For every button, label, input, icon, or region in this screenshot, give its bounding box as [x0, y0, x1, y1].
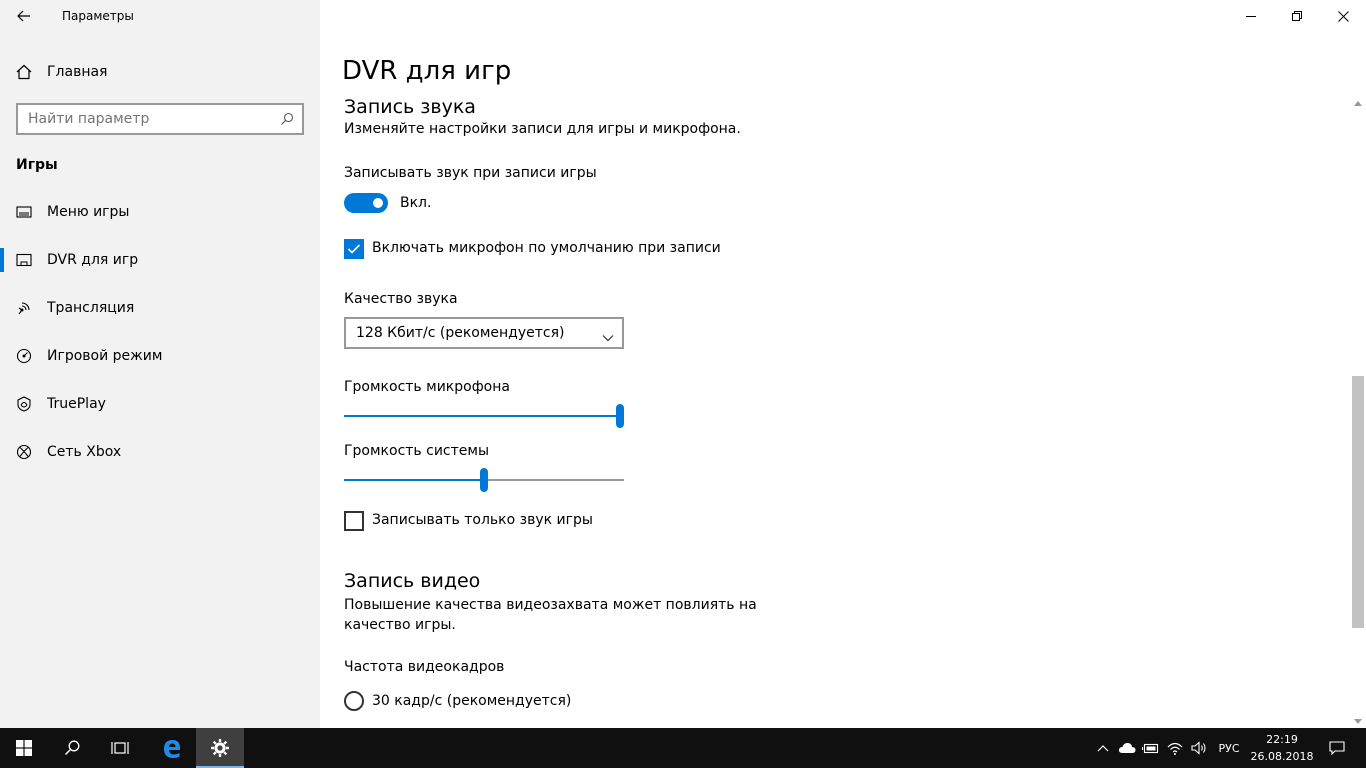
game-audio-only-checkbox[interactable] [344, 511, 364, 531]
sidebar-item-broadcast[interactable]: Трансляция [0, 288, 320, 328]
input-language-button[interactable]: РУС [1212, 728, 1246, 768]
slider-fill [344, 415, 620, 417]
main-content: DVR для игр Запись звука Изменяйте настр… [320, 0, 1366, 728]
sidebar-item-game-bar[interactable]: Меню игры [0, 192, 320, 232]
battery-icon [1142, 743, 1159, 754]
cloud-icon [1118, 743, 1136, 753]
slider-thumb[interactable] [480, 468, 488, 492]
checkmark-icon [347, 244, 361, 254]
taskbar: РУС 22:19 26.08.2018 [0, 728, 1366, 768]
trueplay-icon [15, 395, 33, 413]
close-button[interactable] [1320, 0, 1366, 32]
audio-quality-label: Качество звука [344, 291, 458, 307]
scroll-down-button[interactable] [1350, 714, 1366, 728]
clock-time: 22:19 [1266, 733, 1298, 746]
sidebar-item-label: DVR для игр [47, 252, 139, 268]
sidebar-item-label: Сеть Xbox [47, 444, 122, 460]
toggle-knob [373, 198, 383, 208]
mic-default-label: Включать микрофон по умолчанию при запис… [372, 240, 721, 256]
restore-button[interactable] [1274, 0, 1320, 32]
sidebar: Параметры Главная Игры Меню игры DVR для… [0, 0, 320, 728]
sidebar-item-game-mode[interactable]: Игровой режим [0, 336, 320, 376]
mic-volume-slider[interactable] [344, 404, 624, 428]
search-icon [64, 740, 80, 756]
sidebar-item-label: Трансляция [47, 300, 135, 316]
show-hidden-icons-button[interactable] [1094, 728, 1112, 768]
framerate-30-label: 30 кадр/с (рекомендуется) [372, 693, 572, 709]
audio-section-description: Изменяйте настройки записи для игры и ми… [344, 121, 741, 137]
app-title: Параметры [62, 9, 134, 23]
restore-icon [1292, 11, 1302, 21]
notification-icon [1329, 741, 1345, 755]
video-section-heading: Запись видео [344, 570, 481, 592]
mic-volume-label: Громкость микрофона [344, 379, 510, 395]
game-bar-icon [15, 203, 33, 221]
triangle-up-icon [1354, 100, 1362, 106]
record-audio-label: Записывать звук при записи игры [344, 165, 597, 181]
sidebar-item-label: Главная [47, 64, 108, 80]
start-button[interactable] [0, 728, 48, 768]
sidebar-item-trueplay[interactable]: TruePlay [0, 384, 320, 424]
back-arrow-icon [17, 10, 30, 22]
scrollbar[interactable] [1350, 96, 1366, 728]
gear-icon [211, 739, 229, 757]
scrollbar-thumb[interactable] [1352, 376, 1364, 628]
onedrive-tray-button[interactable] [1116, 728, 1138, 768]
sidebar-item-home[interactable]: Главная [0, 52, 320, 92]
back-button[interactable] [8, 4, 40, 28]
framerate-30-radio[interactable] [344, 691, 364, 711]
sidebar-item-label: TruePlay [47, 396, 106, 412]
video-section-description: Повышение качества видеозахвата может по… [344, 597, 757, 633]
home-icon [15, 63, 33, 81]
system-volume-label: Громкость системы [344, 443, 490, 459]
page-title: DVR для игр [342, 56, 512, 86]
edge-browser-icon [164, 740, 180, 758]
network-tray-button[interactable] [1164, 728, 1186, 768]
task-view-icon [111, 742, 129, 754]
sidebar-item-xbox-network[interactable]: Сеть Xbox [0, 432, 320, 472]
minimize-icon [1246, 16, 1256, 17]
audio-quality-select[interactable]: 128 Кбит/с (рекомендуется) [344, 317, 624, 349]
xbox-icon [15, 443, 33, 461]
audio-quality-value: 128 Кбит/с (рекомендуется) [356, 325, 565, 341]
sidebar-item-label: Меню игры [47, 204, 130, 220]
record-audio-toggle[interactable] [344, 193, 388, 213]
volume-tray-button[interactable] [1188, 728, 1210, 768]
triangle-down-icon [1354, 718, 1362, 724]
search-icon[interactable] [280, 111, 294, 130]
framerate-label: Частота видеокадров [344, 659, 505, 675]
sidebar-item-game-dvr[interactable]: DVR для игр [0, 240, 320, 280]
search-input[interactable] [28, 110, 268, 128]
system-volume-slider[interactable] [344, 468, 624, 492]
chevron-down-icon [602, 327, 614, 346]
windows-logo-icon [16, 740, 32, 756]
slider-fill [344, 479, 484, 481]
task-view-button[interactable] [96, 728, 144, 768]
taskbar-edge-button[interactable] [148, 728, 196, 768]
close-icon [1337, 10, 1349, 22]
wifi-icon [1167, 742, 1183, 755]
action-center-button[interactable] [1322, 728, 1352, 768]
taskbar-settings-button[interactable] [196, 728, 244, 768]
game-audio-only-label: Записывать только звук игры [372, 512, 593, 528]
battery-tray-button[interactable] [1140, 728, 1162, 768]
game-dvr-icon [15, 251, 33, 269]
clock-date: 26.08.2018 [1250, 750, 1314, 763]
minimize-button[interactable] [1228, 0, 1274, 32]
sidebar-section-title: Игры [16, 157, 58, 173]
taskbar-clock[interactable]: 22:19 26.08.2018 [1248, 731, 1316, 765]
mic-default-checkbox[interactable] [344, 239, 364, 259]
sidebar-item-label: Игровой режим [47, 348, 163, 364]
broadcast-icon [15, 299, 33, 317]
scroll-up-button[interactable] [1350, 96, 1366, 110]
slider-thumb[interactable] [616, 404, 624, 428]
taskbar-search-button[interactable] [48, 728, 96, 768]
record-audio-state: Вкл. [400, 195, 432, 211]
chevron-up-icon [1097, 745, 1109, 752]
search-box[interactable] [16, 103, 304, 135]
audio-section-heading: Запись звука [344, 96, 476, 118]
game-mode-icon [15, 347, 33, 365]
speaker-icon [1191, 741, 1206, 755]
